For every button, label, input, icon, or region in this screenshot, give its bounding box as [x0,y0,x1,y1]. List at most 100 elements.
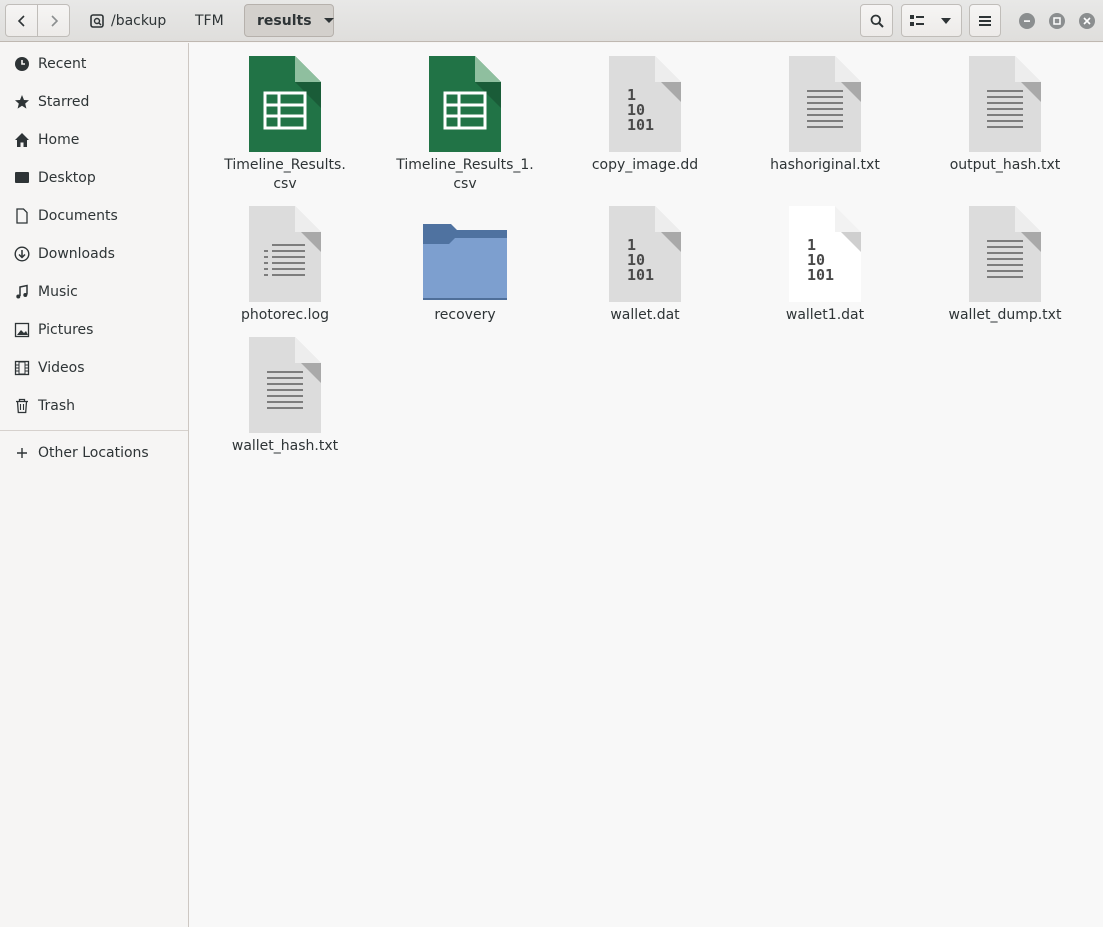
file-name: wallet_dump.txt [948,307,1062,323]
sidebar-item-music[interactable]: Music [0,273,188,311]
search-icon [870,14,884,28]
log-file-icon [235,205,335,302]
file-item[interactable]: 1 10 101 copy_image.dd [560,55,730,175]
sidebar-item-pictures[interactable]: Pictures [0,311,188,349]
main-menu-button[interactable] [969,4,1001,37]
breadcrumb-tfm[interactable]: TFM [186,4,233,37]
breadcrumb-label: results [257,12,312,29]
file-name: Timeline_Results. csv [224,157,346,192]
file-name: copy_image.dd [591,157,699,173]
file-item[interactable]: hashoriginal.txt [740,55,910,175]
view-dropdown[interactable] [932,5,962,36]
sidebar-item-label: Pictures [38,322,94,338]
chevron-down-icon [941,17,952,24]
trash-icon [14,398,30,414]
minimize-icon [1024,20,1030,22]
text-file-icon [955,55,1055,152]
file-item[interactable]: 1 10 101 wallet.dat [560,205,730,325]
sidebar-item-label: Music [38,284,78,300]
sidebar-item-desktop[interactable]: Desktop [0,159,188,197]
sidebar-item-home[interactable]: Home [0,121,188,159]
breadcrumb-backup[interactable]: /backup [84,4,172,37]
desktop-icon [14,170,30,186]
chevron-right-icon [51,14,58,27]
star-icon [14,94,30,110]
sidebar-item-starred[interactable]: Starred [0,83,188,121]
clock-icon [14,56,30,72]
download-icon [14,246,30,262]
binary-file-icon: 1 10 101 [775,205,875,302]
plus-icon [14,445,30,461]
close-button[interactable] [1079,13,1095,29]
sidebar-item-label: Home [38,132,80,148]
sidebar-item-label: Videos [38,360,85,376]
sidebar-item-trash[interactable]: Trash [0,387,188,425]
text-file-icon [955,205,1055,302]
sidebar-item-label: Downloads [38,246,115,262]
sidebar-item-videos[interactable]: Videos [0,349,188,387]
sidebar-item-label: Starred [38,94,90,110]
sidebar-item-label: Trash [38,398,75,414]
minimize-button[interactable] [1019,13,1035,29]
sidebar-item-label: Other Locations [38,445,149,461]
file-name: Timeline_Results_1. csv [396,157,534,192]
file-name: wallet_hash.txt [231,438,339,454]
forward-button[interactable] [37,5,69,36]
music-icon [14,284,30,300]
file-name: photorec.log [241,307,329,323]
sidebar-item-label: Recent [38,56,87,72]
text-file-icon [235,336,335,433]
file-item[interactable]: wallet_dump.txt [920,205,1090,325]
sidebar-item-label: Documents [38,208,118,224]
file-item[interactable]: Timeline_Results. csv [200,55,370,194]
file-item[interactable]: wallet_hash.txt [200,336,370,456]
svg-text:101: 101 [627,116,654,134]
file-name: wallet.dat [610,307,680,323]
file-item[interactable]: output_hash.txt [920,55,1090,175]
chevron-left-icon [17,14,25,27]
svg-text:101: 101 [627,266,654,284]
breadcrumb-results[interactable]: results [244,4,334,37]
folder-icon [415,205,515,302]
header-bar: /backup TFM results [0,0,1103,42]
search-button[interactable] [860,4,893,37]
view-options-button[interactable] [901,4,962,37]
hamburger-menu-icon [979,15,991,26]
breadcrumb-label: /backup [111,12,167,29]
navigation-buttons [5,4,70,37]
list-view-icon [909,14,924,26]
file-name: hashoriginal.txt [770,157,880,173]
sidebar-item-label: Desktop [38,170,96,186]
close-icon [1083,17,1091,25]
file-name: output_hash.txt [949,157,1061,173]
spreadsheet-icon [235,55,335,152]
file-item[interactable]: Timeline_Results_1. csv [380,55,550,194]
drive-icon [90,13,104,28]
sidebar-item-documents[interactable]: Documents [0,197,188,235]
file-view: Timeline_Results. csv Timeline_Results_1… [189,43,1103,927]
binary-file-icon: 1 10 101 [595,205,695,302]
file-item[interactable]: recovery [380,205,550,325]
spreadsheet-icon [415,55,515,152]
sidebar-separator [0,430,188,431]
sidebar-item-other-locations[interactable]: Other Locations [0,434,188,472]
maximize-button[interactable] [1049,13,1065,29]
svg-text:101: 101 [807,266,834,284]
view-toggle[interactable] [902,5,932,36]
video-icon [14,360,30,376]
picture-icon [14,322,30,338]
binary-file-icon: 1 10 101 [595,55,695,152]
document-icon [14,208,30,224]
text-file-icon [775,55,875,152]
file-name: wallet1.dat [785,307,865,323]
file-item[interactable]: 1 10 101 wallet1.dat [740,205,910,325]
sidebar: Recent Starred Home Desktop Documents Do… [0,43,189,927]
file-item[interactable]: photorec.log [200,205,370,325]
file-name: recovery [434,307,496,323]
maximize-icon [1053,17,1061,25]
breadcrumb-label: TFM [195,12,224,29]
sidebar-item-downloads[interactable]: Downloads [0,235,188,273]
back-button[interactable] [6,5,37,36]
sidebar-item-recent[interactable]: Recent [0,45,188,83]
home-icon [14,132,30,148]
